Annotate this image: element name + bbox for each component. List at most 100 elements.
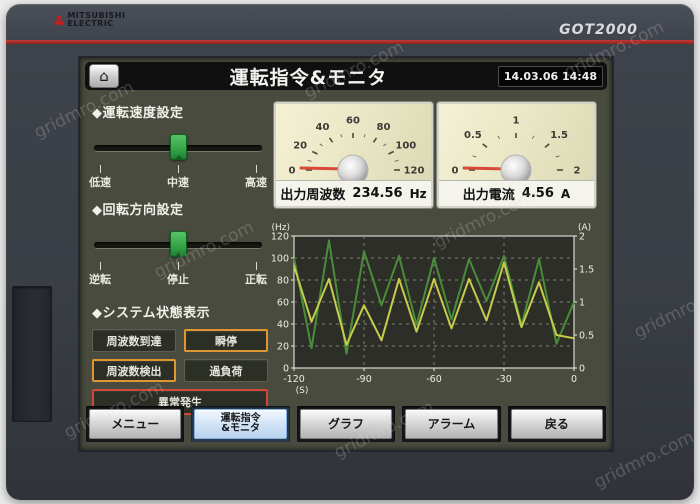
direction-slider-handle[interactable]: [170, 231, 187, 257]
nav-slot: 戻る: [507, 406, 607, 442]
svg-text:0.5: 0.5: [579, 331, 594, 342]
nav-button-label: グラフ: [328, 416, 365, 431]
gauge-face: 0 20 40 60 80 100 120: [276, 104, 431, 186]
three-diamond-icon: ◆ ◆◆: [54, 13, 64, 27]
svg-text:2: 2: [579, 232, 585, 243]
status-lamp-周波数検出[interactable]: 周波数検出: [92, 359, 176, 382]
svg-text:(A): (A): [578, 223, 591, 233]
svg-text:120: 120: [404, 166, 425, 177]
gauge-output-frequency: 0 20 40 60 80 100 120 出力周波数 234.56 Hz: [274, 102, 433, 208]
svg-text:20: 20: [293, 141, 307, 152]
speed-slider-handle[interactable]: [170, 134, 187, 160]
speed-slider-labels: 低速 中速 高速: [89, 165, 267, 190]
svg-text:0.5: 0.5: [464, 130, 482, 141]
svg-text:-120: -120: [283, 374, 305, 385]
gauge-value: 4.56: [521, 186, 554, 201]
svg-text:1: 1: [579, 298, 585, 309]
svg-text:0: 0: [289, 166, 296, 177]
tick-mark: [99, 262, 101, 270]
gauge-value-strip: 出力電流 4.56 A: [439, 180, 594, 206]
svg-text:80: 80: [277, 276, 289, 287]
slider-tick-高速: 高速: [245, 165, 267, 190]
left-control-column: ◆運転速度設定 低速 中速 高速 ◆回転方向設定 逆転 停止 正転 ◆システム状態表示 …: [89, 102, 270, 415]
nav-slot: グラフ: [296, 406, 396, 442]
tick-mark: [255, 165, 257, 173]
gauge-value: 234.56: [352, 186, 403, 201]
home-icon: ⌂: [99, 66, 109, 85]
svg-text:(S): (S): [296, 386, 309, 396]
direction-section-title: ◆回転方向設定: [92, 203, 184, 218]
nav-button-アラーム[interactable]: アラーム: [405, 409, 498, 439]
nav-button-運転指令&モニタ[interactable]: 運転指令 &モニタ: [194, 409, 287, 439]
svg-text:-60: -60: [426, 374, 442, 385]
nav-button-グラフ[interactable]: グラフ: [299, 409, 393, 439]
status-lamp-瞬停[interactable]: 瞬停: [184, 329, 268, 352]
slider-tick-停止: 停止: [167, 262, 189, 287]
svg-text:0: 0: [452, 166, 459, 177]
trend-chart-svg: 0 20 40 60 80 100 120 0 0.5 1 1.5 2 -120 -90 -60 -30 0 (H…: [271, 223, 594, 396]
slider-tick-中速: 中速: [167, 165, 189, 190]
svg-text:1.5: 1.5: [550, 130, 568, 141]
svg-text:20: 20: [277, 342, 289, 353]
clock-display: 14.03.06 14:48: [497, 65, 603, 87]
nav-button-label: &モニタ: [221, 423, 260, 434]
svg-text:0: 0: [283, 364, 289, 375]
gauge-dial: 0 20 40 60 80 100 120: [289, 116, 425, 186]
speed-slider[interactable]: 低速 中速 高速: [89, 131, 268, 190]
nav-slot: アラーム: [402, 406, 501, 442]
svg-text:100: 100: [395, 141, 416, 152]
gauge-unit: A: [560, 186, 571, 201]
tick-mark: [99, 165, 101, 173]
nav-button-label: 戻る: [544, 416, 569, 431]
tick-mark: [177, 262, 179, 270]
gauge-output-current: 0 0.5 1 1.5 2 出力電流 4.56 A: [437, 102, 596, 208]
svg-text:2: 2: [574, 166, 581, 177]
nav-button-label: メニュー: [111, 416, 160, 431]
tick-label: 逆転: [89, 273, 111, 286]
speed-section-title: ◆運転速度設定: [92, 106, 184, 121]
brand-line2: ELECTRIC: [67, 19, 114, 28]
tick-mark: [177, 165, 179, 173]
nav-slot: 運転指令 &モニタ: [191, 406, 290, 442]
tick-label: 低速: [89, 176, 111, 189]
home-button[interactable]: ⌂: [89, 64, 119, 88]
page-title: 運転指令&モニタ: [229, 66, 388, 89]
direction-slider-labels: 逆転 停止 正転: [89, 262, 267, 287]
status-lamp-周波数到達[interactable]: 周波数到達: [92, 329, 176, 352]
svg-text:0: 0: [579, 364, 585, 375]
nav-button-label: アラーム: [427, 416, 476, 431]
tick-label: 高速: [245, 176, 267, 189]
slider-tick-低速: 低速: [89, 165, 111, 190]
svg-text:1.5: 1.5: [579, 265, 594, 276]
status-lamp-過負荷[interactable]: 過負荷: [184, 359, 268, 382]
gauge-face: 0 0.5 1 1.5 2: [439, 104, 594, 186]
gauge-knob: [500, 154, 532, 186]
bezel-red-stripe: [6, 40, 694, 44]
svg-text:60: 60: [277, 298, 289, 309]
bezel-side-slot: [12, 286, 52, 422]
svg-text:1: 1: [513, 116, 520, 127]
svg-text:100: 100: [271, 254, 289, 265]
nav-button-メニュー[interactable]: メニュー: [89, 409, 182, 439]
touch-screen: ⌂ 運転指令&モニタ 14.03.06 14:48 ◆運転速度設定 低速 中速 高速…: [80, 58, 612, 450]
slider-tick-逆転: 逆転: [89, 262, 111, 287]
gauge-label: 出力周波数: [280, 188, 346, 203]
mitsubishi-logo: ◆ ◆◆ MITSUBISHI ELECTRIC: [54, 12, 125, 28]
svg-text:120: 120: [271, 232, 289, 243]
gauge-label: 出力電流: [462, 188, 515, 203]
svg-text:60: 60: [346, 116, 360, 127]
nav-button-戻る[interactable]: 戻る: [510, 409, 604, 439]
title-bar: ⌂ 運転指令&モニタ 14.03.06 14:48: [85, 62, 607, 90]
gauge-value-strip: 出力周波数 234.56 Hz: [276, 180, 431, 206]
svg-text:40: 40: [277, 320, 289, 331]
svg-text:-30: -30: [496, 374, 512, 385]
bottom-nav-bar: メニュー 運転指令 &モニタ グラフ アラーム 戻る: [86, 406, 607, 442]
status-lamp-grid: 周波数到達 瞬停 周波数検出 過負荷 異常発生: [92, 329, 268, 415]
status-section-title: ◆システム状態表示: [92, 306, 211, 321]
gauge-unit: Hz: [409, 186, 427, 201]
svg-text:(Hz): (Hz): [271, 223, 290, 233]
svg-text:40: 40: [316, 122, 330, 133]
tick-label: 停止: [167, 273, 189, 286]
got2000-logo: GOT2000: [559, 22, 638, 38]
direction-slider[interactable]: 逆転 停止 正転: [89, 228, 268, 287]
